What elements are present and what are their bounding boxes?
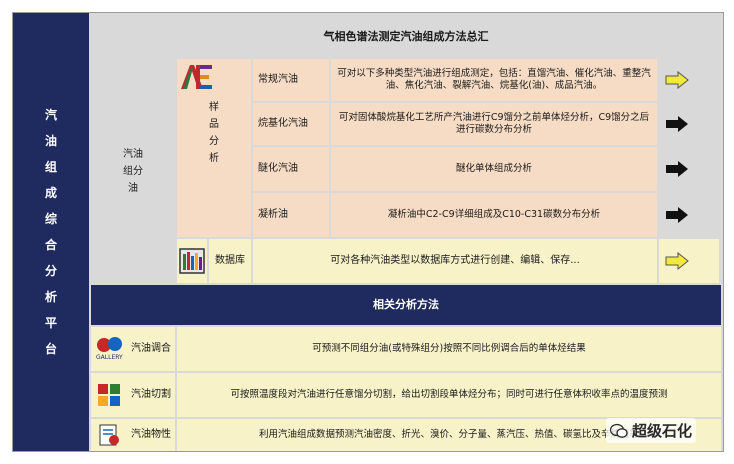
related-label-blending: 汽油调合	[131, 343, 171, 354]
related-name-cutting[interactable]: 汽油切割	[91, 373, 175, 417]
method-name-alkylate[interactable]: 烷基化汽油	[253, 103, 329, 145]
method-name-condensate[interactable]: 凝析油	[253, 193, 329, 237]
gallery-icon: GALLERY	[96, 337, 123, 361]
related-desc-blending: 可预测不同组分油(或特殊组分)按照不同比例调合后的单体烃结果	[177, 327, 721, 371]
watermark: 超级石化	[606, 418, 697, 443]
platform-title: 汽油组成综合分析平台	[44, 108, 57, 356]
arrow-right-icon[interactable]	[665, 71, 689, 89]
related-desc-cutting: 可按照温度段对汽油进行任意馏分切割，给出切割段单体烃分布；同时可进行任意体积收率…	[177, 373, 721, 417]
database-icon[interactable]	[179, 248, 205, 274]
arrow-right-icon[interactable]	[665, 206, 689, 224]
related-label-cutting: 汽油切割	[131, 389, 171, 400]
sample-analysis-cell: 样品分析	[177, 59, 251, 237]
svg-text:GALLERY: GALLERY	[96, 354, 123, 361]
method-name-etherified[interactable]: 醚化汽油	[253, 147, 329, 191]
method-desc-condensate: 凝析油中C2-C9详细组成及C10-C31碳数分布分析	[331, 193, 657, 237]
sample-analysis-label: 样品分析	[209, 102, 219, 164]
method-desc-alkylate: 可对固体酸烷基化工艺所产汽油进行C9馏分之前单体烃分析，C9馏分之后进行碳数分布…	[331, 103, 657, 145]
cut-icon	[98, 384, 120, 406]
wechat-icon	[610, 423, 628, 438]
gasoline-group-cell: 汽油组分油	[91, 59, 175, 283]
method-desc-regular: 可对以下多种类型汽油进行组成测定，包括：直馏汽油、催化汽油、重整汽油、焦化汽油、…	[331, 59, 657, 101]
arrow-right-icon[interactable]	[665, 252, 689, 270]
arrow-cell-etherified[interactable]	[659, 147, 719, 191]
arrow-right-icon[interactable]	[665, 160, 689, 178]
gasoline-group-label: 汽油组分油	[123, 148, 143, 194]
related-methods-header: 相关分析方法	[91, 285, 721, 325]
watermark-text: 超级石化	[632, 422, 693, 440]
arrow-cell-regular[interactable]	[659, 59, 719, 101]
ae-logo-icon	[181, 65, 212, 89]
arrow-cell-condensate[interactable]	[659, 193, 719, 237]
database-desc: 可对各种汽油类型以数据库方式进行创建、编辑、保存...	[253, 239, 657, 283]
database-name[interactable]: 数据库	[209, 239, 251, 283]
related-name-blending[interactable]: GALLERY 汽油调合	[91, 327, 175, 371]
related-label-property: 汽油物性	[131, 429, 171, 440]
platform-title-bar: 汽油组成综合分析平台	[13, 13, 89, 451]
related-name-property[interactable]: 汽油物性	[91, 419, 175, 451]
property-icon	[99, 424, 119, 446]
arrow-cell-database[interactable]	[659, 239, 719, 283]
main-frame: 汽油组成综合分析平台 气相色谱法测定汽油组成方法总汇 汽油组分油 样品分析 常规…	[12, 12, 724, 452]
method-name-regular[interactable]: 常规汽油	[253, 59, 329, 101]
arrow-cell-alkylate[interactable]	[659, 103, 719, 145]
arrow-right-icon[interactable]	[665, 115, 689, 133]
database-icon-cell[interactable]	[177, 239, 207, 283]
method-desc-etherified: 醚化单体组成分析	[331, 147, 657, 191]
main-title: 气相色谱法测定汽油组成方法总汇	[91, 17, 721, 57]
